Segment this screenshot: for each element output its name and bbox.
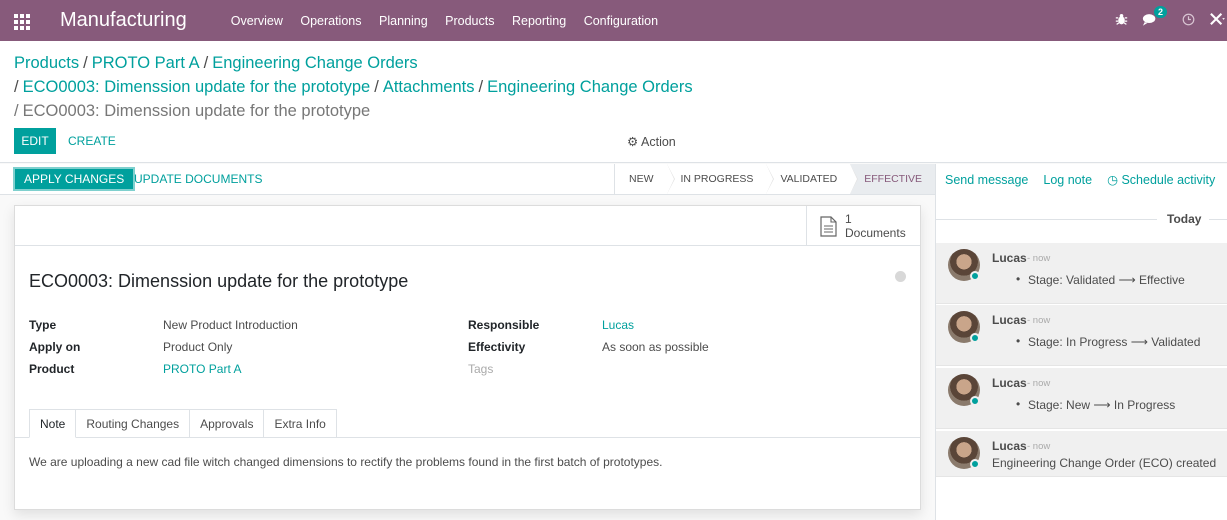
top-navbar: Manufacturing Overview Operations Planni…	[0, 0, 1227, 41]
schedule-activity-label: Schedule activity	[1121, 173, 1216, 187]
log-note-button[interactable]: Log note	[1043, 173, 1092, 187]
button-box: 1 Documents	[15, 206, 920, 246]
chat-count-badge: 2	[1154, 5, 1168, 18]
stage-new[interactable]: NEW	[615, 164, 674, 194]
systray: 2	[1115, 0, 1227, 41]
responsible-label: Responsible	[468, 318, 540, 332]
menu-planning[interactable]: Planning	[379, 14, 428, 28]
online-status-icon	[970, 333, 980, 343]
type-value[interactable]: New Product Introduction	[163, 318, 298, 332]
send-message-button[interactable]: Send message	[945, 173, 1028, 187]
menu-products[interactable]: Products	[445, 14, 494, 28]
record-title[interactable]: ECO0003: Dimenssion update for the proto…	[29, 271, 408, 292]
apply-on-label: Apply on	[29, 340, 81, 354]
breadcrumb-line-3: / ECO0003: Dimenssion update for the prot…	[14, 102, 371, 120]
action-label: Action	[641, 135, 676, 149]
app-brand[interactable]: Manufacturing	[60, 9, 187, 32]
action-dropdown[interactable]: ⚙ Action	[627, 134, 676, 149]
form-sheet: 1 Documents ECO0003: Dimenssion update f…	[14, 205, 921, 510]
product-label: Product	[29, 362, 75, 376]
documents-smart-button[interactable]: 1 Documents	[806, 206, 906, 246]
stage-effective[interactable]: EFFECTIVE	[850, 164, 935, 194]
tab-routing-changes[interactable]: Routing Changes	[76, 409, 191, 438]
message-body: Stage: New ⟶ In Progress	[1016, 397, 1175, 412]
breadcrumb-line-2: / ECO0003: Dimenssion update for the prot…	[14, 78, 693, 96]
create-button[interactable]: CREATE	[68, 128, 116, 154]
menu-reporting[interactable]: Reporting	[512, 14, 566, 28]
breadcrumb-proto-part[interactable]: PROTO Part A	[92, 54, 200, 72]
message-author[interactable]: Lucas	[992, 251, 1027, 265]
type-label: Type	[29, 318, 57, 332]
date-separator-label: Today	[1167, 212, 1202, 226]
online-status-icon	[970, 396, 980, 406]
tools-icon[interactable]	[1209, 12, 1225, 29]
chat-bubble-icon[interactable]: 2	[1142, 5, 1168, 29]
tab-note[interactable]: Note	[29, 409, 77, 438]
menu-operations[interactable]: Operations	[300, 14, 361, 28]
responsible-link[interactable]: Lucas	[602, 318, 634, 332]
online-status-icon	[970, 459, 980, 469]
control-panel: Products / PROTO Part A / Engineering Change…	[0, 41, 1227, 163]
chatter-message: Lucas - now Stage: In Progress ⟶ Validat…	[936, 305, 1227, 366]
effectivity-label: Effectivity	[468, 340, 526, 354]
message-body: Stage: In Progress ⟶ Validated	[1016, 334, 1200, 349]
message-time: - now	[1027, 253, 1051, 264]
stage-pipeline: NEW IN PROGRESS VALIDATED EFFECTIVE	[614, 164, 935, 194]
kanban-state-icon[interactable]	[895, 271, 906, 282]
chatter-message: Lucas - now Engineering Change Order (EC…	[936, 431, 1227, 477]
schedule-activity-button[interactable]: ◷ Schedule activity	[1107, 172, 1215, 187]
apps-menu-icon[interactable]	[14, 13, 30, 30]
effectivity-value[interactable]: As soon as possible	[602, 340, 709, 354]
breadcrumb-current: ECO0003: Dimenssion update for the proto…	[22, 102, 371, 120]
breadcrumb-eco-list[interactable]: Engineering Change Orders	[212, 54, 417, 72]
message-body: Engineering Change Order (ECO) created	[992, 456, 1217, 470]
clock-icon[interactable]	[1182, 13, 1195, 29]
menu-configuration[interactable]: Configuration	[584, 14, 658, 28]
main-menu: Overview Operations Planning Products Re…	[231, 14, 676, 28]
chatter-panel: Send message Log note ◷ Schedule activit…	[935, 164, 1227, 520]
online-status-icon	[970, 271, 980, 281]
stage-in-progress[interactable]: IN PROGRESS	[667, 164, 775, 194]
documents-label: Documents	[845, 226, 906, 240]
debug-bug-icon[interactable]	[1115, 13, 1128, 29]
product-link[interactable]: PROTO Part A	[163, 362, 241, 376]
breadcrumb-line-1: Products / PROTO Part A / Engineering Change…	[14, 54, 418, 72]
apply-changes-button[interactable]: APPLY CHANGES	[13, 167, 136, 191]
form-statusbar: APPLY CHANGES UPDATE DOCUMENTS NEW IN PR…	[0, 164, 935, 195]
tab-extra-info[interactable]: Extra Info	[264, 409, 337, 438]
breadcrumb-attachments[interactable]: Attachments	[383, 78, 475, 96]
tab-approvals[interactable]: Approvals	[190, 409, 265, 438]
breadcrumb-products[interactable]: Products	[14, 54, 79, 72]
message-author[interactable]: Lucas	[992, 376, 1027, 390]
edit-button[interactable]: EDIT	[14, 128, 56, 154]
gear-icon: ⚙	[627, 135, 639, 149]
message-author[interactable]: Lucas	[992, 439, 1027, 453]
message-time: - now	[1027, 315, 1051, 326]
clock-icon: ◷	[1107, 173, 1118, 187]
breadcrumb-eco-record[interactable]: ECO0003: Dimenssion update for the proto…	[23, 78, 371, 96]
update-documents-button[interactable]: UPDATE DOCUMENTS	[134, 167, 262, 191]
tags-field[interactable]: Tags	[468, 362, 493, 376]
message-author[interactable]: Lucas	[992, 313, 1027, 327]
documents-count: 1	[845, 212, 852, 226]
chatter-topbar: Send message Log note ◷ Schedule activit…	[936, 164, 1227, 195]
note-text[interactable]: We are uploading a new cad file witch ch…	[29, 455, 662, 469]
stage-validated[interactable]: VALIDATED	[766, 164, 859, 194]
apply-on-value[interactable]: Product Only	[163, 340, 232, 354]
chatter-message: Lucas - now Stage: New ⟶ In Progress	[936, 368, 1227, 429]
message-time: - now	[1027, 378, 1051, 389]
chatter-message: Lucas - now Stage: Validated ⟶ Effective	[936, 243, 1227, 304]
breadcrumb-eco-list-2[interactable]: Engineering Change Orders	[487, 78, 692, 96]
document-icon	[820, 215, 837, 237]
menu-overview[interactable]: Overview	[231, 14, 283, 28]
message-body: Stage: Validated ⟶ Effective	[1016, 272, 1185, 287]
message-time: - now	[1027, 441, 1051, 452]
notebook-tabs: Note Routing Changes Approvals Extra Inf…	[29, 409, 337, 438]
